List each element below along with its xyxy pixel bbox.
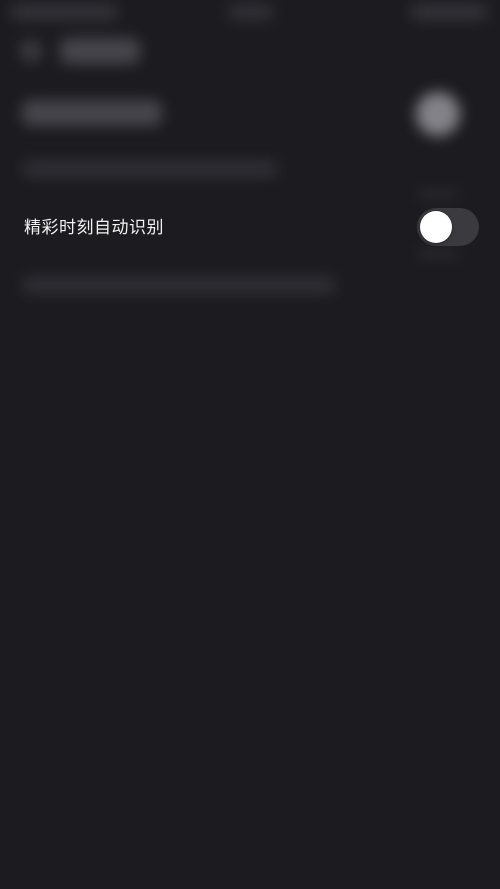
setting-description-blurred [22, 276, 336, 294]
highlight-moment-toggle[interactable] [417, 208, 479, 246]
back-icon [20, 40, 42, 62]
status-bar-center-blurred [228, 4, 274, 20]
toggle-shadow-blurred [418, 190, 458, 198]
blurred-background [0, 0, 500, 889]
highlight-moment-setting-row: 精彩时刻自动识别 [0, 206, 500, 250]
page-title-blurred [60, 38, 140, 64]
status-bar-right-blurred [410, 4, 488, 20]
highlight-moment-label: 精彩时刻自动识别 [24, 218, 164, 238]
setting-row-label-blurred [22, 100, 162, 126]
setting-description-blurred [22, 160, 278, 178]
toggle-knob-blurred [416, 92, 460, 136]
settings-screen: 精彩时刻自动识别 [0, 0, 500, 889]
status-bar-left-blurred [10, 4, 118, 20]
toggle-knob [420, 211, 452, 243]
toggle-shadow-blurred [418, 250, 458, 258]
